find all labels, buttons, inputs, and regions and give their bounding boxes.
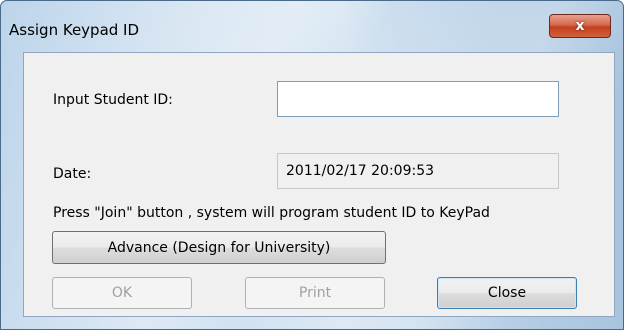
window-title: Assign Keypad ID [9,21,140,39]
dialog-body: Input Student ID: Date: 2011/02/17 20:09… [23,52,615,317]
title-bar[interactable]: Assign Keypad ID x [1,1,623,49]
window-close-button[interactable]: x [549,14,611,38]
close-button[interactable]: Close [437,277,577,309]
instruction-text: Press "Join" button , system will progra… [53,205,490,221]
student-id-label: Input Student ID: [53,92,173,108]
student-id-input[interactable] [277,81,559,117]
date-label: Date: [53,166,92,182]
ok-button[interactable]: OK [52,277,192,309]
dialog-window: Assign Keypad ID x Input Student ID: Dat… [0,0,624,330]
close-icon: x [575,18,585,34]
print-button[interactable]: Print [245,277,385,309]
date-field: 2011/02/17 20:09:53 [277,153,559,189]
advance-button[interactable]: Advance (Design for University) [52,231,386,264]
